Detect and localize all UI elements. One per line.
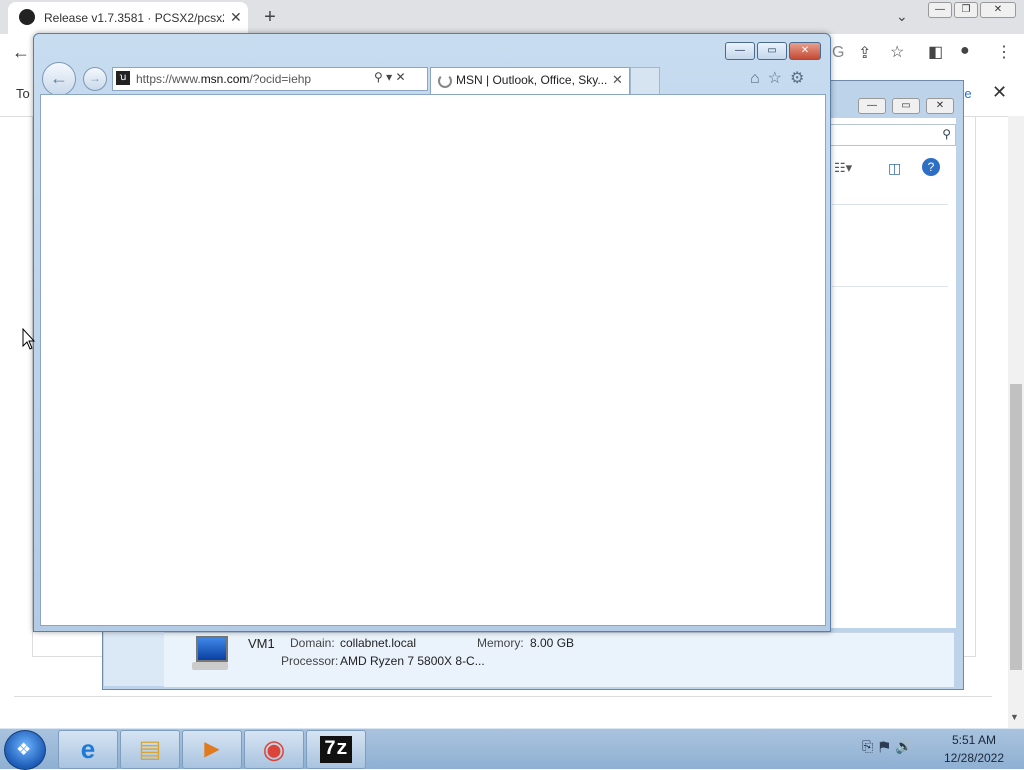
chrome-tab-release[interactable]: Release v1.7.3581 · PCSX2/pcsx2 ✕ xyxy=(8,2,248,34)
start-button[interactable]: ❖ xyxy=(4,730,46,770)
sm-divider xyxy=(832,204,948,205)
scroll-down-arrow-icon[interactable]: ▼ xyxy=(1010,712,1019,722)
chrome-minimize-button[interactable]: — xyxy=(928,2,952,18)
ie-url-text[interactable]: https://www.msn.com/?ocid=iehp xyxy=(136,72,311,86)
internet-explorer-icon: e xyxy=(80,734,96,764)
sm-details-left-gutter xyxy=(104,632,164,686)
sm-search-input[interactable]: ⚲ xyxy=(830,124,956,146)
taskbar-file-explorer[interactable]: ▤ xyxy=(120,730,180,769)
ie-minimize-button[interactable]: — xyxy=(725,42,755,60)
chrome-tab-title: Release v1.7.3581 · PCSX2/pcsx2 xyxy=(44,11,224,25)
clock-date[interactable]: 12/28/2022 xyxy=(940,751,1008,765)
sm-close-button[interactable]: ✕ xyxy=(926,98,954,114)
sm-minimize-button[interactable]: — xyxy=(858,98,886,114)
tab-search-chevron-icon[interactable]: ⌄ xyxy=(896,8,908,25)
server-manager-content xyxy=(830,118,956,628)
taskbar-7zip[interactable]: 7z xyxy=(306,730,366,769)
folder-icon: ▤ xyxy=(138,736,162,763)
chrome-icon: ◉ xyxy=(262,734,286,764)
taskbar-chrome[interactable]: ◉ xyxy=(244,730,304,769)
ie-close-button[interactable]: ✕ xyxy=(789,42,821,60)
new-tab-button[interactable]: + xyxy=(260,6,280,29)
github-icon xyxy=(19,9,35,25)
computer-monitor-icon xyxy=(190,634,230,674)
media-player-icon: ▶ xyxy=(204,738,220,760)
sm-maximize-button[interactable]: ▭ xyxy=(892,98,920,114)
ie-back-button[interactable]: ← xyxy=(42,62,76,96)
ie-maximize-button[interactable]: ▭ xyxy=(757,42,787,60)
taskbar-media-player[interactable]: ▶ xyxy=(182,730,242,769)
chrome-tab-close-icon[interactable]: ✕ xyxy=(230,9,242,26)
address-search-dropdown-stop-icons[interactable]: ⚲ ▾ ✕ xyxy=(374,70,406,84)
chrome-restore-button[interactable]: ❐ xyxy=(954,2,978,18)
7zip-icon: 7z xyxy=(307,731,365,768)
google-lens-icon[interactable]: G xyxy=(832,44,844,62)
profile-avatar-icon[interactable]: ● xyxy=(960,42,970,60)
ie-new-tab-button[interactable] xyxy=(630,67,660,94)
processor-value: AMD Ryzen 7 5800X 8-C... xyxy=(340,654,485,668)
share-icon[interactable]: ⇪ xyxy=(858,43,871,63)
domain-label: Domain: xyxy=(290,636,335,650)
memory-value: 8.00 GB xyxy=(530,636,575,650)
side-panel-icon[interactable]: ◧ xyxy=(928,42,943,62)
server-manager-window-controls: — ▭ ✕ xyxy=(858,98,954,116)
sm-divider xyxy=(832,286,948,287)
system-tray-icons[interactable]: ⎘⚑🔊 xyxy=(862,738,919,755)
bookmark-item[interactable]: To xyxy=(16,86,30,101)
home-favorites-tools-icons[interactable]: ⌂☆⚙ xyxy=(750,68,812,88)
preview-pane-icon[interactable]: ◫ xyxy=(888,160,901,177)
search-icon: ⚲ xyxy=(942,127,951,141)
ie-page-content[interactable] xyxy=(40,94,826,626)
chrome-window-controls: — ❐ ✕ xyxy=(928,0,1018,20)
bookmark-star-icon[interactable]: ☆ xyxy=(890,42,904,62)
view-options-icon[interactable]: ☷▾ xyxy=(834,160,852,176)
ie-window-controls: — ▭ ✕ xyxy=(725,42,821,60)
windows-logo-icon: ❖ xyxy=(16,740,32,759)
taskbar-internet-explorer[interactable]: e xyxy=(58,730,118,769)
chrome-close-button[interactable]: ✕ xyxy=(980,2,1016,18)
page-divider xyxy=(14,696,992,697)
computer-name: VM1 xyxy=(248,636,275,651)
page-scrollbar-thumb[interactable] xyxy=(1010,384,1022,670)
domain-value: collabnet.local xyxy=(340,636,417,650)
processor-label: Processor: xyxy=(281,654,339,668)
ie-tab-close-icon[interactable]: ✕ xyxy=(612,72,623,88)
chrome-menu-icon[interactable]: ⋮ xyxy=(996,42,1012,62)
forward-arrow-icon: → xyxy=(89,71,101,85)
help-icon[interactable]: ? xyxy=(922,158,940,176)
back-arrow-icon: ← xyxy=(50,68,68,88)
memory-label: Memory: xyxy=(477,636,524,650)
msn-favicon-icon: ꭒ xyxy=(116,71,130,85)
chrome-back-icon[interactable]: ← xyxy=(12,42,30,63)
ie-forward-button[interactable]: → xyxy=(83,67,107,91)
mouse-cursor-icon xyxy=(22,328,36,350)
loading-spinner-icon xyxy=(438,74,452,88)
ie-tab-title: MSN | Outlook, Office, Sky... xyxy=(456,73,608,87)
banner-close-icon[interactable]: ✕ xyxy=(992,82,1007,103)
clock-time[interactable]: 5:51 AM xyxy=(946,733,1002,747)
